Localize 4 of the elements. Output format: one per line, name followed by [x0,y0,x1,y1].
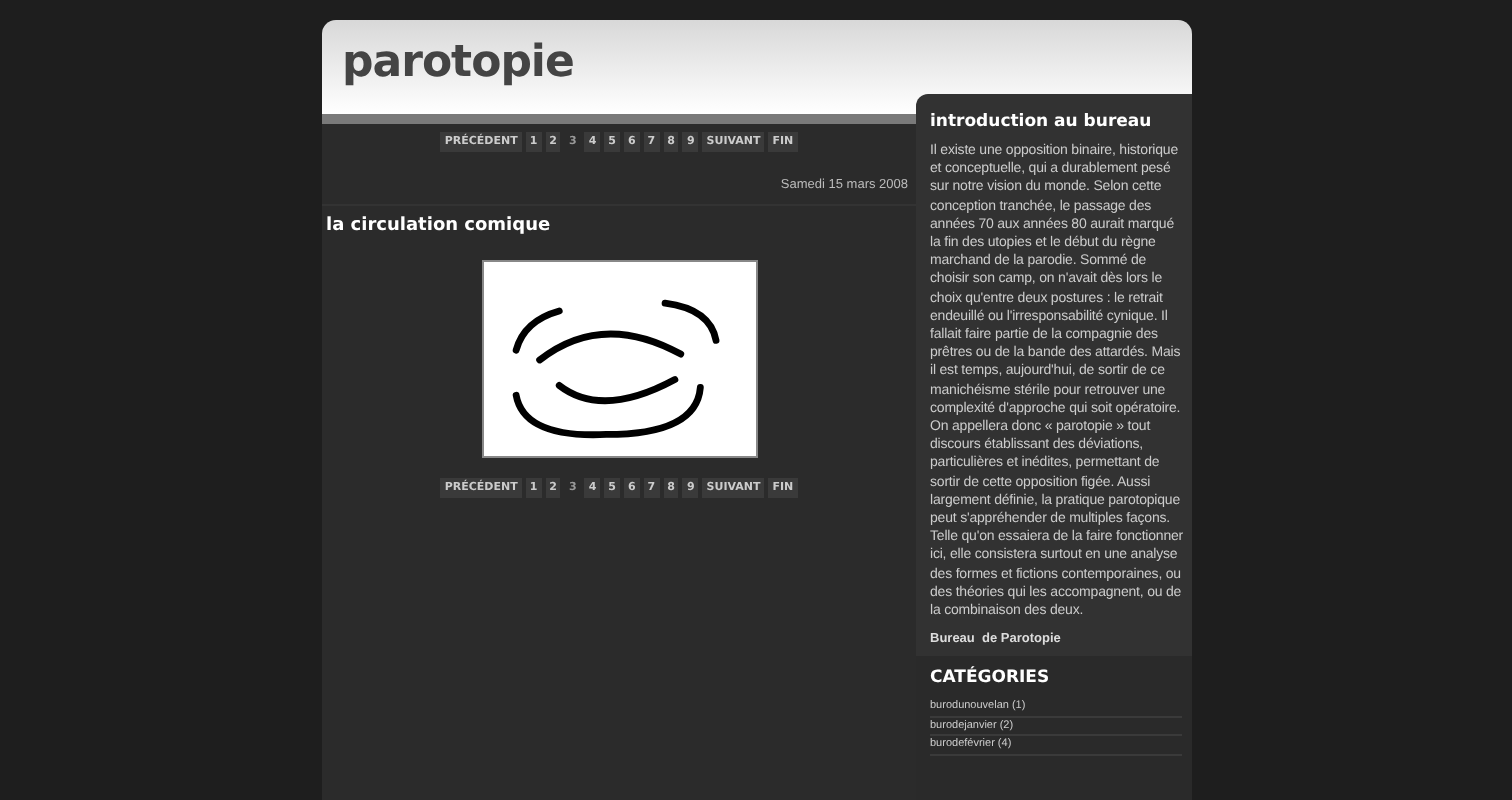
site-logo[interactable]: parotopie [342,38,574,88]
sidebar-title: introduction au bureau [928,110,1154,136]
categories-title: CATÉGORIES [930,668,1052,689]
post-title[interactable]: la circulation comique [322,206,916,260]
